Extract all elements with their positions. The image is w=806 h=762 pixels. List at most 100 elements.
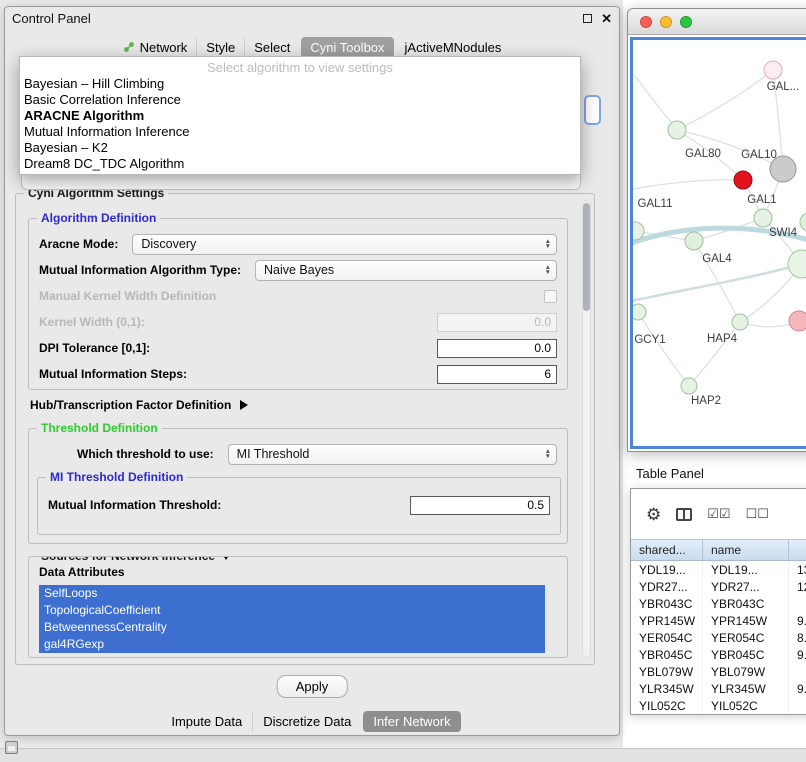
mi-steps-label: Mutual Information Steps: [39, 367, 187, 381]
table-row[interactable]: YPR145WYPR145W9. [631, 612, 806, 629]
minimized-panel-icon[interactable] [5, 741, 18, 754]
tab-label: jActiveMNodules [405, 40, 502, 55]
network-node[interactable] [754, 209, 772, 227]
network-node[interactable] [732, 314, 748, 330]
attribute-item-betweennesscentrality[interactable]: BetweennessCentrality [39, 619, 545, 636]
table-cell: YLR345W [703, 680, 789, 697]
status-bar [0, 748, 806, 762]
table-cell: YPR145W [703, 612, 789, 629]
network-edge[interactable] [677, 70, 773, 130]
table-row[interactable]: YLR345WYLR345W9. [631, 680, 806, 697]
minimize-traffic-light[interactable] [660, 16, 672, 28]
table-row[interactable]: YIL052CYIL052C [631, 697, 806, 714]
network-edge[interactable] [638, 312, 689, 386]
tab-select[interactable]: Select [244, 37, 299, 58]
settings-scrollbar[interactable] [582, 200, 591, 658]
network-node[interactable] [633, 304, 646, 320]
tab-label: Style [206, 40, 235, 55]
kernel-width-row: Kernel Width (0,1): 0.0 [29, 309, 567, 335]
table-row[interactable]: YDR27...YDR27...12 [631, 578, 806, 595]
scrollbar-thumb[interactable] [583, 203, 590, 311]
sources-group-title-row[interactable]: Sources for Network Inference [37, 556, 235, 563]
network-node[interactable] [685, 232, 703, 250]
bottom-tab-infer-network[interactable]: Infer Network [363, 711, 460, 732]
zoom-traffic-light[interactable] [680, 16, 692, 28]
algorithm-option-mutual-information-inference[interactable]: Mutual Information Inference [20, 124, 580, 140]
mi-threshold-row: Mutual Information Threshold: 0.5 [38, 492, 560, 518]
popup-placeholder: Select algorithm to view settings [20, 59, 580, 76]
close-traffic-light[interactable] [640, 16, 652, 28]
tab-style[interactable]: Style [196, 37, 244, 58]
tab-cyni-toolbox[interactable]: Cyni Toolbox [301, 37, 393, 58]
network-node[interactable] [789, 311, 806, 331]
mi-type-combo[interactable]: Naive Bayes ▲▼ [255, 260, 557, 281]
network-edge[interactable] [635, 76, 677, 130]
dpi-tolerance-field[interactable]: 0.0 [437, 339, 557, 358]
tab-network[interactable]: Network [114, 37, 197, 58]
table-cell: YIL052C [703, 697, 789, 714]
algorithm-option-bayesian-k2[interactable]: Bayesian – K2 [20, 140, 580, 156]
attribute-item-topologicalcoefficient[interactable]: TopologicalCoefficient [39, 602, 545, 619]
aracne-mode-combo[interactable]: Discovery ▲▼ [132, 234, 557, 255]
screen: Control Panel ✕ NetworkStyleSelectCyni T… [0, 0, 806, 762]
table-cell: YBL079W [703, 663, 789, 680]
deselect-all-icon[interactable]: ☐☐ [746, 506, 769, 522]
select-all-icon[interactable]: ☑☑ [707, 506, 730, 522]
network-node[interactable] [681, 378, 697, 394]
network-canvas[interactable]: GAL...GAL80GAL10GAL11GAL1SWI4GAL4GCY1HAP… [633, 40, 806, 448]
algorithm-option-aracne-algorithm[interactable]: ARACNE Algorithm [20, 108, 580, 124]
aracne-mode-row: Aracne Mode: Discovery ▲▼ [29, 231, 567, 257]
algorithm-definition-group: Algorithm Definition Aracne Mode: Discov… [28, 218, 568, 390]
gear-icon[interactable]: ⚙ [646, 506, 661, 523]
table-cell: 12 [789, 578, 806, 595]
apply-button[interactable]: Apply [277, 675, 348, 698]
node-label-hap4: HAP4 [707, 333, 738, 345]
network-node[interactable] [788, 250, 806, 278]
column-header-shared[interactable]: shared... [631, 540, 703, 560]
network-edge[interactable] [689, 322, 740, 386]
attribute-item-gal4rgexp[interactable]: gal4RGexp [39, 636, 545, 653]
tab-label: Network [140, 40, 188, 55]
algorithm-option-dream8-dc-tdc-algorithm[interactable]: Dream8 DC_TDC Algorithm [20, 156, 580, 172]
float-window-icon[interactable] [583, 14, 592, 23]
node-label-hap2: HAP2 [691, 395, 721, 407]
attribute-item-selfloops[interactable]: SelfLoops [39, 585, 545, 602]
which-threshold-combo[interactable]: MI Threshold ▲▼ [228, 444, 557, 465]
table-row[interactable]: YER054CYER054C8. [631, 629, 806, 646]
table-panel-window: ⚙ ☑☑ ☐☐ shared...name YDL19...YDL19...13… [630, 488, 806, 715]
network-edge[interactable] [633, 264, 802, 302]
algorithm-option-bayesian-hill-climbing[interactable]: Bayesian – Hill Climbing [20, 76, 580, 92]
combo-stepper-icon: ▲▼ [545, 265, 551, 276]
aracne-mode-value: Discovery [141, 237, 196, 251]
bottom-tab-impute-data[interactable]: Impute Data [161, 711, 252, 732]
close-icon[interactable]: ✕ [601, 12, 612, 25]
network-node[interactable] [764, 61, 782, 79]
combo-stepper-icon: ▲▼ [545, 449, 551, 460]
mi-type-value: Naive Bayes [264, 263, 334, 277]
network-node[interactable] [734, 171, 752, 189]
table-cell: YBL079W [631, 663, 703, 680]
tab-jactivemnodules[interactable]: jActiveMNodules [396, 37, 511, 58]
table-row[interactable]: YDL19...YDL19...13 [631, 561, 806, 578]
manual-kernel-row: Manual Kernel Width Definition [29, 283, 567, 309]
hub-definition-label: Hub/Transcription Factor Definition [30, 398, 231, 412]
sources-group-title: Sources for Network Inference [41, 556, 215, 563]
network-edge[interactable] [633, 180, 743, 190]
column-header-name[interactable]: name [703, 540, 789, 560]
mi-threshold-field[interactable]: 0.5 [410, 496, 550, 515]
node-label-gal1: GAL1 [747, 194, 776, 206]
network-node[interactable] [668, 121, 686, 139]
columns-icon[interactable] [676, 508, 692, 521]
mi-steps-field[interactable]: 6 [437, 365, 557, 384]
algorithm-option-basic-correlation-inference[interactable]: Basic Correlation Inference [20, 92, 580, 108]
manual-kernel-checkbox [544, 290, 557, 303]
network-node[interactable] [800, 213, 806, 231]
column-header-extra[interactable] [789, 540, 806, 560]
which-threshold-label: Which threshold to use: [77, 447, 214, 461]
node-label-gcy1: GCY1 [634, 334, 665, 346]
bottom-tab-discretize-data[interactable]: Discretize Data [252, 711, 361, 732]
table-row[interactable]: YBR045CYBR045C9. [631, 646, 806, 663]
hub-definition-expander[interactable]: Hub/Transcription Factor Definition [30, 398, 248, 412]
table-row[interactable]: YBL079WYBL079W [631, 663, 806, 680]
table-row[interactable]: YBR043CYBR043C [631, 595, 806, 612]
